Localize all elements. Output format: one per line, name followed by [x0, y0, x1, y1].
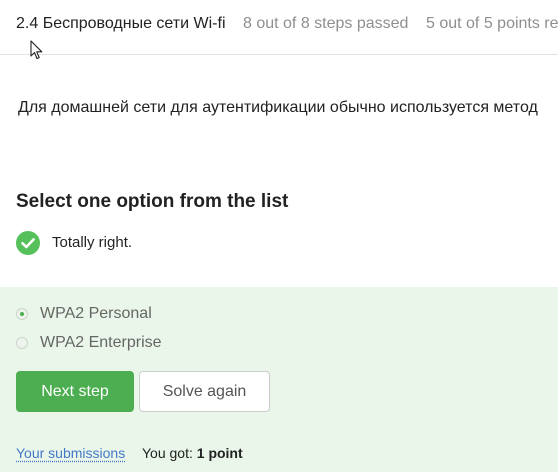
option-label: WPA2 Enterprise	[40, 334, 162, 351]
mouse-cursor-icon	[30, 40, 43, 60]
radio-selected[interactable]	[16, 308, 28, 320]
task-heading: Select one option from the list	[16, 191, 289, 212]
next-step-button[interactable]: Next step	[16, 371, 134, 412]
points-status: 5 out of 5 points re	[426, 15, 558, 32]
question-text: Для домашней сети для аутентификации обы…	[18, 99, 538, 116]
score-text: You got: 1 point	[142, 445, 243, 461]
solve-again-button[interactable]: Solve again	[139, 371, 270, 412]
your-submissions-link[interactable]: Your submissions	[16, 445, 125, 461]
lesson-header: 2.4 Беспроводные сети Wi-fi 8 out of 8 s…	[0, 0, 558, 55]
lesson-title[interactable]: 2.4 Беспроводные сети Wi-fi	[16, 15, 226, 33]
option-wpa2-personal[interactable]: WPA2 Personal	[16, 304, 152, 324]
option-label: WPA2 Personal	[40, 305, 152, 322]
check-circle-icon	[16, 231, 40, 255]
radio-unselected[interactable]	[16, 337, 28, 349]
step-page: 2.4 Беспроводные сети Wi-fi 8 out of 8 s…	[0, 0, 558, 472]
score-value: 1 point	[196, 445, 243, 461]
feedback-message: Totally right.	[52, 234, 133, 251]
score-prefix: You got:	[142, 445, 197, 461]
steps-status: 8 out of 8 steps passed	[243, 15, 409, 32]
option-wpa2-enterprise[interactable]: WPA2 Enterprise	[16, 333, 162, 353]
